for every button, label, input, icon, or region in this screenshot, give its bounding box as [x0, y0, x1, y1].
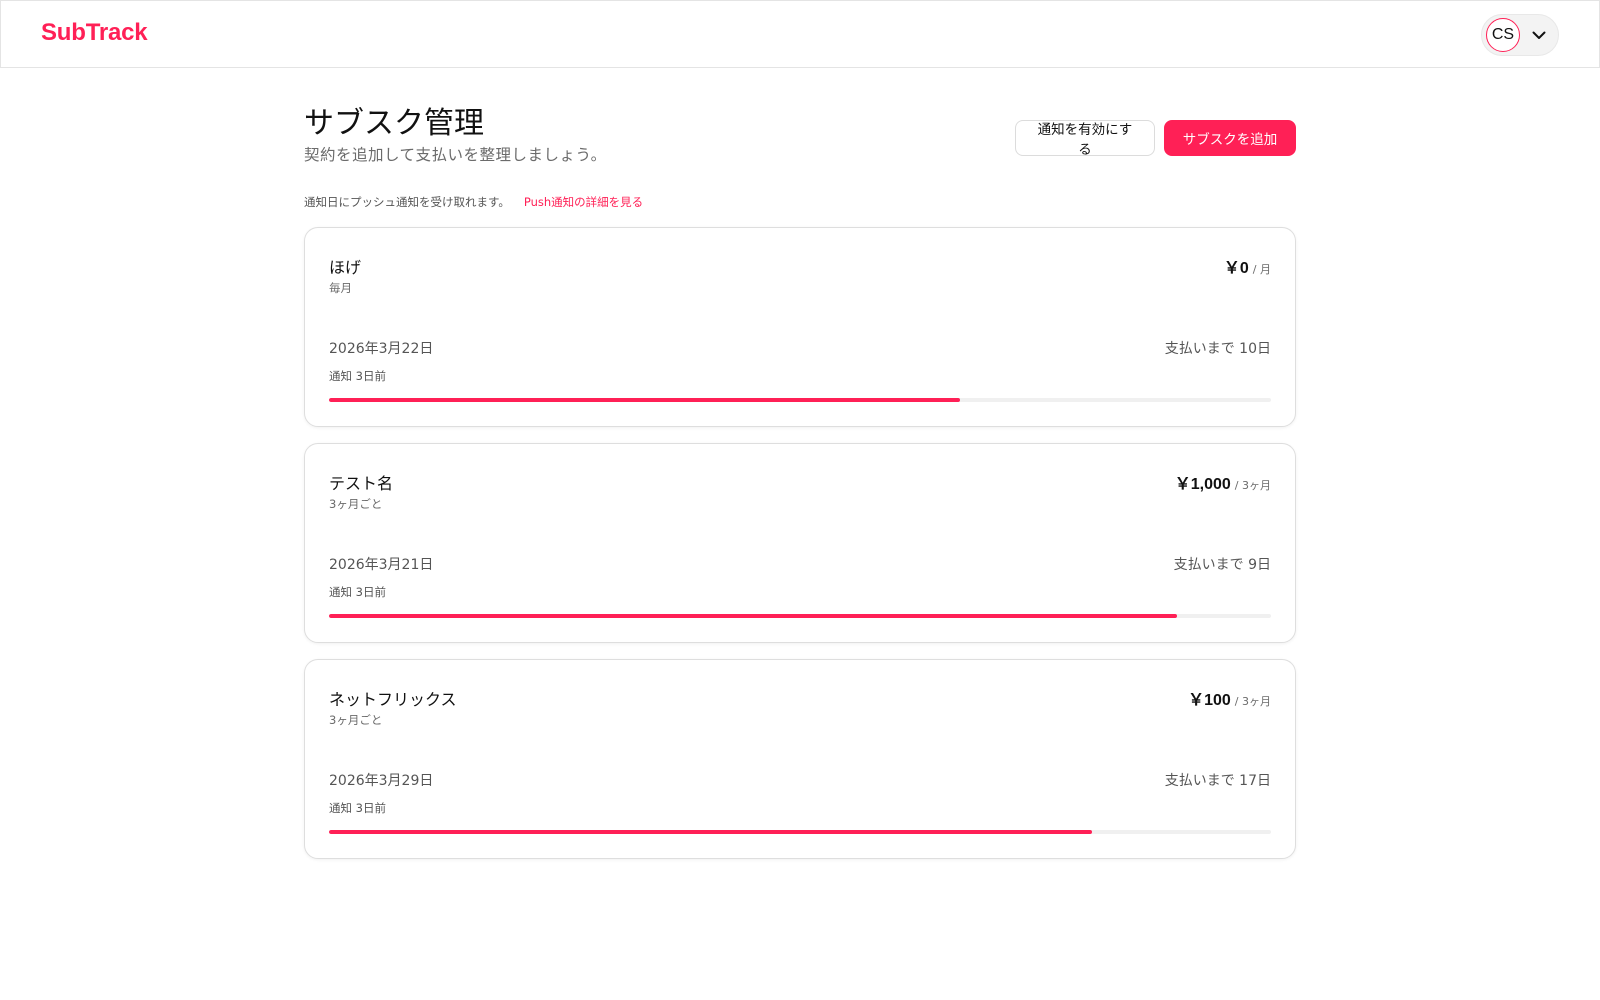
subscription-name: テスト名 — [329, 474, 394, 493]
avatar: CS — [1486, 18, 1520, 52]
subscription-name: ネットフリックス — [329, 690, 457, 709]
top-navbar: SubTrack CS — [0, 0, 1600, 68]
progress-track — [329, 614, 1271, 618]
price-unit: / 3ヶ月 — [1234, 479, 1271, 492]
add-subscription-button[interactable]: サブスクを追加 — [1164, 120, 1296, 156]
progress-track — [329, 830, 1271, 834]
next-payment-date: 2026年3月29日 — [329, 773, 434, 789]
push-details-link[interactable]: Push通知の詳細を見る — [524, 194, 643, 210]
notify-timing: 通知 3日前 — [329, 585, 386, 599]
page-header: サブスク管理 契約を追加して支払いを整理しましょう。 通知を有効にする サブスク… — [304, 104, 1296, 166]
subscription-price: ￥1,000 / 3ヶ月 — [1175, 470, 1271, 494]
progress-fill — [329, 614, 1177, 618]
price-amount: ￥1,000 — [1174, 476, 1231, 493]
header-actions: 通知を有効にする サブスクを追加 — [1015, 120, 1296, 158]
price-unit: / 3ヶ月 — [1234, 695, 1271, 708]
days-remaining: 支払いまで 10日 — [1164, 341, 1271, 357]
subscription-card[interactable]: ネットフリックス 3ヶ月ごと ￥100 / 3ヶ月 2026年3月29日 支払い… — [304, 659, 1296, 859]
progress-track — [329, 398, 1271, 402]
price-amount: ￥100 — [1188, 692, 1231, 709]
notify-timing: 通知 3日前 — [329, 801, 386, 815]
next-payment-date: 2026年3月21日 — [329, 557, 434, 573]
subscription-price: ￥100 / 3ヶ月 — [1188, 686, 1271, 710]
user-menu-button[interactable]: CS — [1481, 14, 1559, 56]
price-unit: / 月 — [1252, 263, 1271, 276]
next-payment-date: 2026年3月22日 — [329, 341, 434, 357]
subscription-cycle: 3ヶ月ごと — [329, 497, 383, 511]
brand-logo[interactable]: SubTrack — [41, 19, 148, 47]
subscription-card[interactable]: ほげ 毎月 ￥0 / 月 2026年3月22日 支払いまで 10日 通知 3日前 — [304, 227, 1296, 427]
main-content: サブスク管理 契約を追加して支払いを整理しましょう。 通知を有効にする サブスク… — [304, 104, 1296, 859]
subscription-card[interactable]: テスト名 3ヶ月ごと ￥1,000 / 3ヶ月 2026年3月21日 支払いまで… — [304, 443, 1296, 643]
subscription-name: ほげ — [329, 258, 362, 277]
price-amount: ￥0 — [1223, 260, 1249, 277]
days-remaining: 支払いまで 17日 — [1164, 773, 1271, 789]
enable-notifications-button[interactable]: 通知を有効にする — [1015, 120, 1155, 158]
subscription-cycle: 毎月 — [329, 281, 352, 295]
notify-timing: 通知 3日前 — [329, 369, 386, 383]
progress-fill — [329, 398, 961, 402]
subscription-cycle: 3ヶ月ごと — [329, 713, 383, 727]
push-notice: 通知日にプッシュ通知を受け取れます。 Push通知の詳細を見る — [304, 194, 1296, 210]
chevron-down-icon — [1531, 27, 1547, 43]
subscription-price: ￥0 / 月 — [1224, 254, 1271, 278]
days-remaining: 支払いまで 9日 — [1173, 557, 1271, 573]
progress-fill — [329, 830, 1093, 834]
subscription-list: ほげ 毎月 ￥0 / 月 2026年3月22日 支払いまで 10日 通知 3日前… — [304, 227, 1296, 859]
push-notice-text: 通知日にプッシュ通知を受け取れます。 — [304, 195, 510, 209]
